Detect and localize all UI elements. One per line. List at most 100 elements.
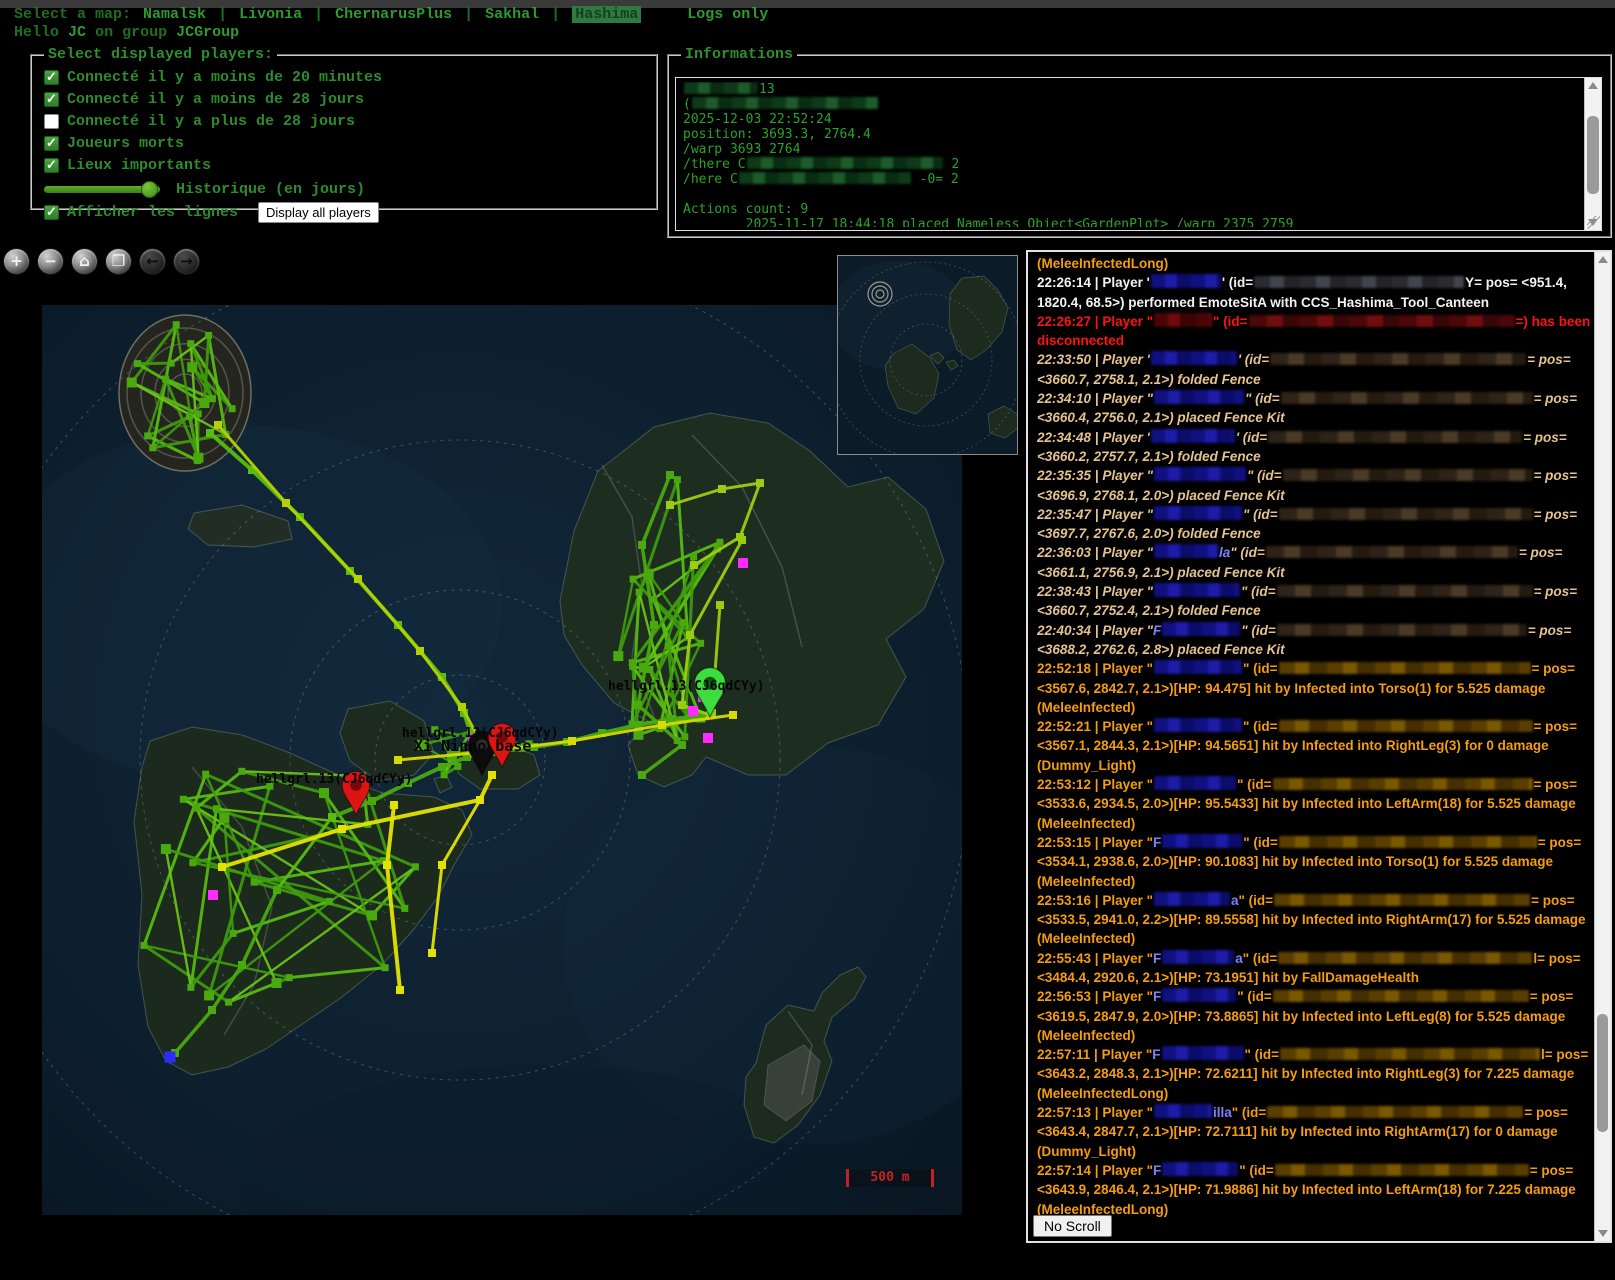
redacted-player-id xyxy=(1268,431,1522,443)
redacted-text xyxy=(684,82,758,94)
redacted-player-name xyxy=(1151,351,1237,365)
redacted-player-id xyxy=(1279,662,1531,674)
redacted-text xyxy=(747,157,943,169)
scrollbar-thumb[interactable] xyxy=(1597,1014,1608,1133)
history-slider[interactable] xyxy=(44,181,160,198)
redacted-text xyxy=(739,172,911,184)
greeting-mid: on group xyxy=(95,24,167,41)
minimap[interactable] xyxy=(837,255,1018,455)
log-entry: 22:40:34 | Player "F" (id== pos= <3688.2… xyxy=(1037,621,1592,660)
redacted-player-name xyxy=(1154,506,1242,520)
informations-textarea[interactable]: 13(2025-12-03 22:52:24position: 3693.3, … xyxy=(675,77,1602,231)
redacted-player-name xyxy=(1162,1162,1238,1176)
display-all-players-button[interactable]: Display all players xyxy=(258,202,379,223)
resize-grip-icon[interactable] xyxy=(1587,216,1600,229)
redacted-player-id xyxy=(1275,1164,1529,1176)
redacted-player-id xyxy=(1277,585,1533,597)
zoom-in-button[interactable]: + xyxy=(3,248,30,275)
log-entry: 22:53:16 | Player "a" (id== pos= <3533.5… xyxy=(1037,891,1592,949)
map-link-sakhal[interactable]: Sakhal xyxy=(485,6,539,23)
filter-4-label: Lieux importants xyxy=(67,157,211,174)
redacted-player-name xyxy=(1162,950,1234,964)
no-scroll-button[interactable]: No Scroll xyxy=(1033,1215,1112,1237)
filter-0-label: Connecté il y a moins de 20 minutes xyxy=(67,69,382,86)
redacted-player-name xyxy=(1154,390,1244,404)
pan-right-button: → xyxy=(173,248,200,275)
filter-2-checkbox[interactable] xyxy=(44,114,59,129)
map-link-namalsk[interactable]: Namalsk xyxy=(143,6,206,23)
map-link-hashima[interactable]: Hashima xyxy=(572,6,641,23)
zoom-out-button[interactable]: − xyxy=(37,248,64,275)
history-slider-row: Historique (en jours) xyxy=(44,179,648,200)
filter-1-checkbox[interactable] xyxy=(44,92,59,107)
redacted-player-id xyxy=(1274,894,1530,906)
filter-1-row: Connecté il y a moins de 28 jours xyxy=(44,89,648,109)
log-entry: 22:53:15 | Player "F" (id== pos= <3534.1… xyxy=(1037,833,1592,891)
log-entry: 22:53:12 | Player "" (id== pos= <3533.6,… xyxy=(1037,775,1592,833)
redacted-player-name xyxy=(1154,1104,1212,1118)
filter-checkbox-list: Connecté il y a moins de 20 minutes Conne… xyxy=(40,67,648,175)
redacted-player-id xyxy=(1277,624,1527,636)
history-slider-label: Historique (en jours) xyxy=(176,181,365,198)
log-entry: 22:34:48 | Player '' (id== pos= <3660.2,… xyxy=(1037,428,1592,467)
redacted-player-id xyxy=(1279,836,1537,848)
scroll-up-icon[interactable] xyxy=(1598,256,1608,263)
minimap-graphics xyxy=(838,256,1017,454)
redacted-player-name xyxy=(1162,834,1242,848)
greeting-prefix: Hello xyxy=(14,24,59,41)
log-entry: 22:35:47 | Player "" (id== pos= <3697.7,… xyxy=(1037,505,1592,544)
svg-text:Xi Ninho base: Xi Ninho base xyxy=(414,737,531,755)
map-scale-label: 500 m xyxy=(870,1170,909,1185)
redacted-player-id xyxy=(1281,392,1533,404)
logs-only-link[interactable]: Logs only xyxy=(687,6,768,23)
select-map-label: Select a map: xyxy=(14,6,131,23)
map-link-chernarusplus[interactable]: ChernarusPlus xyxy=(335,6,452,23)
history-slider-thumb[interactable] xyxy=(141,181,158,198)
log-entry: 22:52:21 | Player "" (id== pos= <3567.1,… xyxy=(1037,717,1592,775)
log-entry: 22:34:10 | Player "" (id== pos= <3660.4,… xyxy=(1037,389,1592,428)
filter-1-label: Connecté il y a moins de 28 jours xyxy=(67,91,364,108)
redacted-player-name xyxy=(1154,660,1242,674)
log-scrollbar[interactable] xyxy=(1594,252,1610,1241)
redacted-player-id xyxy=(1279,508,1533,520)
redacted-player-id xyxy=(1267,1106,1523,1118)
filter-4-row: Lieux importants xyxy=(44,155,648,175)
informations-legend: Informations xyxy=(681,46,797,63)
select-players-legend: Select displayed players: xyxy=(44,46,277,63)
show-lines-checkbox[interactable] xyxy=(44,205,59,220)
filter-3-checkbox[interactable] xyxy=(44,136,59,151)
log-entry: 22:57:11 | Player "F" (id=l= pos= <3643.… xyxy=(1037,1045,1592,1103)
greeting: Hello JC on group JCGroup xyxy=(14,24,239,41)
log-entry: 22:57:13 | Player "illa" (id== pos= <364… xyxy=(1037,1103,1592,1161)
informations-text: 13(2025-12-03 22:52:24position: 3693.3, … xyxy=(683,82,1581,227)
redacted-player-name xyxy=(1162,1046,1244,1060)
redacted-player-name xyxy=(1154,583,1240,597)
scroll-down-icon[interactable] xyxy=(1598,1230,1608,1237)
scroll-up-icon[interactable] xyxy=(1588,82,1598,89)
map-canvas[interactable]: hellgrl.13(CJ6qdCYy)hellgrl.13(CJ6qdCYy)… xyxy=(42,305,962,1215)
filter-0-row: Connecté il y a moins de 20 minutes xyxy=(44,67,648,87)
redacted-player-id xyxy=(1278,952,1532,964)
redacted-player-name xyxy=(1154,313,1212,327)
fullscreen-button[interactable]: ❐ xyxy=(105,248,132,275)
log-entry: (MeleeInfectedLong) xyxy=(1037,254,1592,273)
filter-4-checkbox[interactable] xyxy=(44,158,59,173)
log-entry: 22:26:14 | Player '' (id=Y= pos= <951.4,… xyxy=(1037,273,1592,312)
informations-scrollbar[interactable] xyxy=(1584,78,1601,230)
log-entry: 22:33:50 | Player '' (id== pos= <3660.7,… xyxy=(1037,350,1592,389)
pan-left-button: ← xyxy=(139,248,166,275)
redacted-player-name xyxy=(1162,988,1236,1002)
scrollbar-thumb[interactable] xyxy=(1587,116,1599,194)
redacted-player-id xyxy=(1279,720,1533,732)
map-link-livonia[interactable]: Livonia xyxy=(239,6,302,23)
filter-0-checkbox[interactable] xyxy=(44,70,59,85)
log-panel: (MeleeInfectedLong)22:26:14 | Player '' … xyxy=(1026,250,1612,1243)
log-entry: 22:26:27 | Player "" (id==) has been dis… xyxy=(1037,312,1592,351)
home-button[interactable]: ⌂ xyxy=(71,248,98,275)
log-entry: 22:35:35 | Player "" (id== pos= <3696.9,… xyxy=(1037,466,1592,505)
redacted-player-id xyxy=(1270,353,1526,365)
redacted-player-id xyxy=(1273,778,1533,790)
filter-3-row: Joueurs morts xyxy=(44,133,648,153)
redacted-player-name xyxy=(1154,544,1218,558)
log-content: (MeleeInfectedLong)22:26:14 | Player '' … xyxy=(1037,254,1592,1239)
